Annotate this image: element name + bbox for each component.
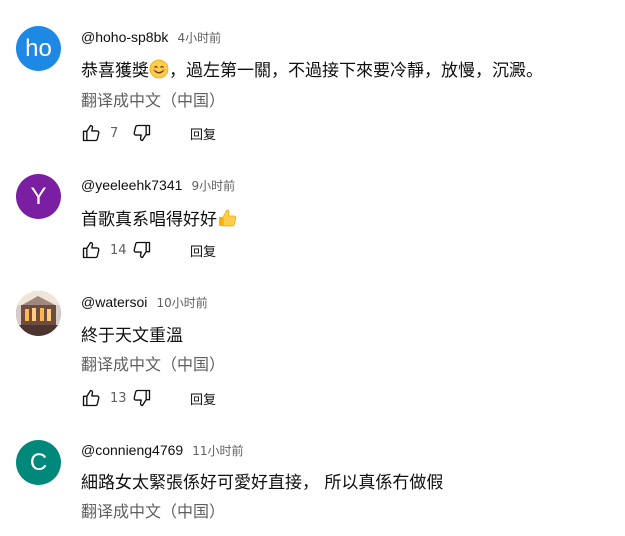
comment-author[interactable]: @hoho-sp8bk — [81, 29, 168, 45]
avatar-photo — [16, 291, 61, 336]
translate-link[interactable]: 翻译成中文（中国） — [81, 498, 225, 522]
like-count: 14 — [110, 242, 127, 258]
like-icon[interactable] — [79, 121, 103, 145]
avatar[interactable]: Y — [16, 174, 61, 219]
comment-actions: 13 回复 — [79, 386, 216, 410]
translate-link[interactable]: 翻译成中文（中国） — [81, 87, 225, 111]
comment-actions: 14 回复 — [79, 238, 216, 262]
comment-header: @watersoi 10小时前 — [81, 292, 208, 311]
comment-text: 終于天文重溫 — [81, 326, 183, 346]
translate-link[interactable]: 翻译成中文（中国） — [81, 351, 225, 375]
comment-time[interactable]: 4小时前 — [177, 31, 221, 45]
comment-author[interactable]: @yeeleehk7341 — [81, 177, 182, 193]
comment-header: @yeeleehk7341 9小时前 — [81, 175, 235, 194]
like-icon[interactable] — [79, 386, 103, 410]
comment-actions: 7 回复 — [79, 121, 216, 145]
comment-header: @connieng4769 11小时前 — [81, 440, 244, 459]
comment-time[interactable]: 10小时前 — [156, 296, 207, 310]
avatar[interactable] — [16, 291, 61, 336]
comment-text: 恭喜獲獎 ，過左第一關，不過接下來要冷靜，放慢，沉澱。 — [81, 56, 543, 84]
comment-author[interactable]: @watersoi — [81, 294, 147, 310]
comment-text-part: ，過左第一關，不過接下來要冷靜，放慢，沉澱。 — [169, 61, 543, 81]
reply-button[interactable]: 回复 — [190, 124, 216, 143]
smiling-face-emoji — [149, 59, 169, 84]
comment-header: @hoho-sp8bk 4小时前 — [81, 27, 221, 46]
comment-text-part: 恭喜獲獎 — [81, 61, 149, 81]
comment-text: 細路女太緊張係好可愛好直接， 所以真係冇做假 — [81, 473, 444, 493]
dislike-icon[interactable] — [130, 238, 154, 262]
like-count: 7 — [110, 125, 119, 141]
like-icon[interactable] — [79, 238, 103, 262]
dislike-icon[interactable] — [130, 121, 154, 145]
comment-time[interactable]: 9小时前 — [192, 179, 236, 193]
avatar[interactable]: ho — [16, 26, 61, 71]
comment-author[interactable]: @connieng4769 — [81, 442, 183, 458]
dislike-icon[interactable] — [130, 386, 154, 410]
comment-text-part: 首歌真系唱得好好 — [81, 210, 217, 230]
reply-button[interactable]: 回复 — [190, 389, 216, 408]
avatar[interactable]: C — [16, 440, 61, 485]
comment-time[interactable]: 11小时前 — [192, 444, 243, 458]
like-count: 13 — [110, 390, 127, 406]
thumbs-up-emoji — [217, 208, 237, 233]
reply-button[interactable]: 回复 — [190, 241, 216, 260]
comment-text: 首歌真系唱得好好 — [81, 205, 237, 233]
